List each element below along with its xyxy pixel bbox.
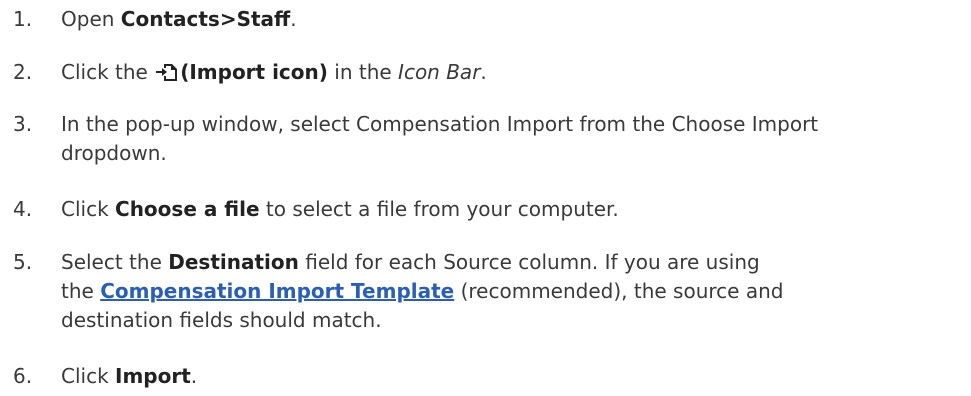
step-number: 6. [13,364,33,388]
step-number: 2. [13,60,33,84]
menu-path: Contacts>Staff [120,7,291,31]
step-text: Click the (Import icon) in the Icon Bar. [61,58,961,90]
import-icon [156,61,178,90]
step-number: 3. [13,112,33,136]
step-number: 5. [13,250,33,274]
step-text: Click Choose a file to select a file fro… [61,197,619,221]
import-term: Import [115,364,191,388]
import-icon-label: (Import icon) [180,60,328,84]
icon-bar-term: Icon Bar [398,60,481,84]
step-number: 1. [13,7,33,31]
step-text: Select the Destination field for each So… [61,250,784,332]
step-text: Open Contacts>Staff. [61,7,297,31]
compensation-template-link[interactable]: Compensation Import Template [100,279,454,303]
step-text: Click Import. [61,364,198,388]
step-text: In the pop-up window, select Compensatio… [61,112,819,165]
choose-file-term: Choose a file [115,197,260,221]
step-number: 4. [13,197,33,221]
destination-term: Destination [168,250,299,274]
